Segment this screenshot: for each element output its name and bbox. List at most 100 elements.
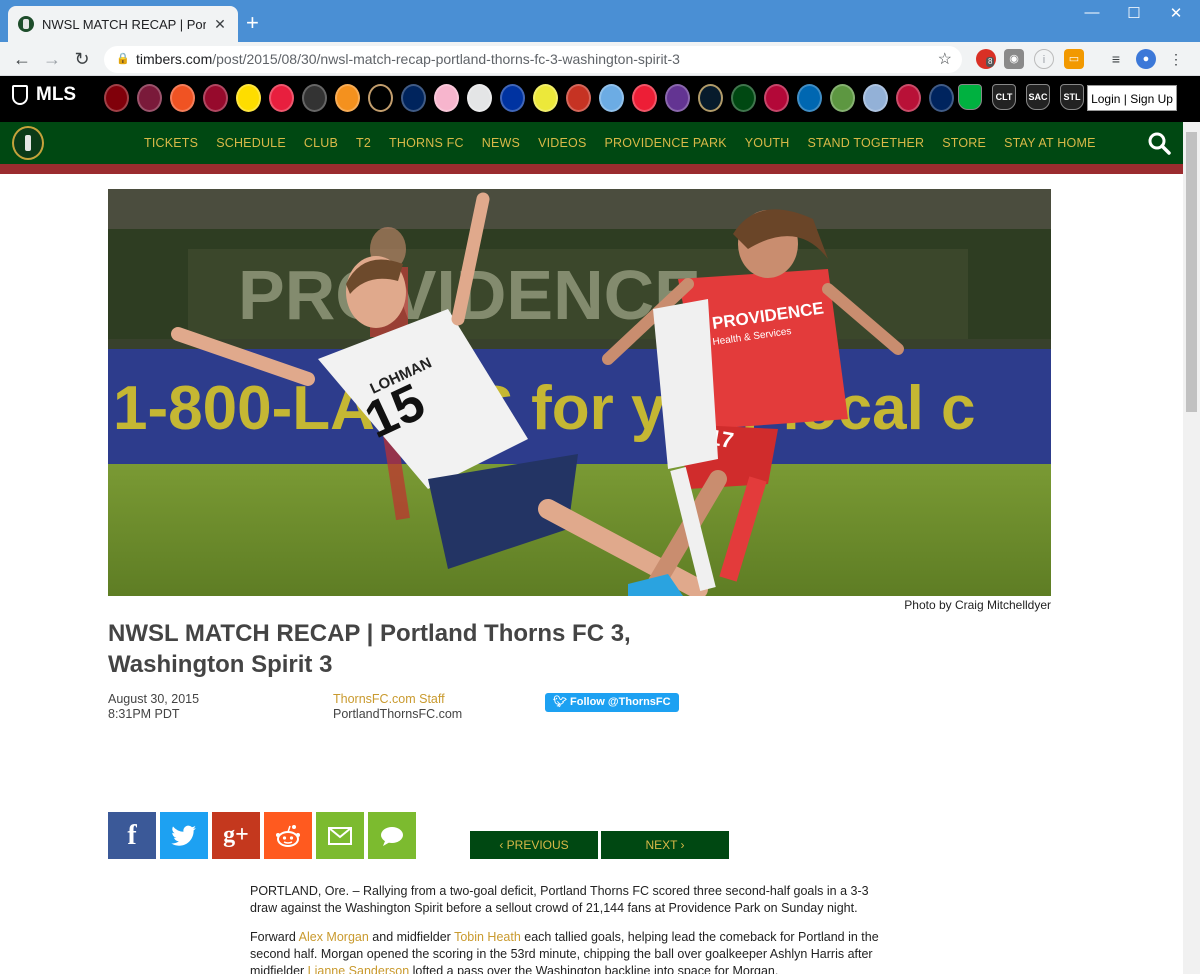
tobin-heath-link[interactable]: Tobin Heath xyxy=(454,930,521,944)
red-bulls-club-icon[interactable] xyxy=(632,84,657,112)
p2-text-b: and midfielder xyxy=(368,930,455,944)
page-scrollbar[interactable] xyxy=(1183,122,1200,974)
browser-tab[interactable]: NWSL MATCH RECAP | Portland T ✕ xyxy=(8,6,238,42)
mls-logo[interactable]: MLS xyxy=(12,84,76,106)
nav-news[interactable]: NEWS xyxy=(482,136,520,150)
nav-store[interactable]: STORE xyxy=(942,136,986,150)
url-path: /post/2015/08/30/nwsl-match-recap-portla… xyxy=(212,51,680,67)
nav-schedule[interactable]: SCHEDULE xyxy=(216,136,286,150)
minnesota-club-icon[interactable] xyxy=(467,84,492,112)
author-link[interactable]: ThornsFC.com Staff xyxy=(333,692,462,707)
info-extension-icon[interactable]: i xyxy=(1034,49,1054,69)
toronto-club-icon[interactable] xyxy=(896,84,921,112)
login-signup-button[interactable]: Login | Sign Up xyxy=(1087,85,1177,111)
seattle-club-icon[interactable] xyxy=(830,84,855,112)
site-nav: TICKETS SCHEDULE CLUB T2 THORNS FC NEWS … xyxy=(0,122,1183,174)
nav-stand-together[interactable]: STAND TOGETHER xyxy=(808,136,925,150)
portland-club-icon[interactable] xyxy=(731,84,756,112)
facebook-icon: f xyxy=(127,819,137,851)
dc-united-club-icon[interactable] xyxy=(302,84,327,112)
chicago-club-icon[interactable] xyxy=(137,84,162,112)
address-bar[interactable]: 🔒 timbers.com/post/2015/08/30/nwsl-match… xyxy=(104,46,962,73)
article-pager: ‹ PREVIOUS NEXT › xyxy=(470,831,729,859)
maximize-icon[interactable]: ☐ xyxy=(1114,4,1154,26)
article-time: 8:31PM PDT xyxy=(108,707,180,721)
mls-club-bar: MLS CLT SAC STL Login | Sign Up xyxy=(0,76,1200,122)
nav-videos[interactable]: VIDEOS xyxy=(538,136,586,150)
nashville-club-icon[interactable] xyxy=(533,84,558,112)
reload-icon[interactable]: ↻ xyxy=(70,47,94,71)
article-date: August 30, 2015 xyxy=(108,692,200,706)
extension-red-icon[interactable]: 8 xyxy=(976,49,996,69)
nav-tickets[interactable]: TICKETS xyxy=(144,136,198,150)
next-button[interactable]: NEXT › xyxy=(601,831,729,859)
atlanta-club-icon[interactable] xyxy=(104,84,129,112)
real-salt-lake-club-icon[interactable] xyxy=(764,84,789,112)
minimize-icon[interactable]: — xyxy=(1072,4,1112,26)
timbers-crest-icon[interactable] xyxy=(12,126,44,160)
la-galaxy-club-icon[interactable] xyxy=(401,84,426,112)
club-label-clt[interactable]: CLT xyxy=(992,84,1016,110)
forward-arrow-icon[interactable]: → xyxy=(40,47,64,71)
club-label-stl[interactable]: STL xyxy=(1060,84,1084,110)
new-tab-icon[interactable]: + xyxy=(246,12,259,34)
nav-club[interactable]: CLUB xyxy=(304,136,338,150)
san-jose-club-icon[interactable] xyxy=(797,84,822,112)
columbus-club-icon[interactable] xyxy=(236,84,261,112)
montreal-club-icon[interactable] xyxy=(500,84,525,112)
back-arrow-icon[interactable]: ← xyxy=(10,47,34,71)
article-source: PortlandThornsFC.com xyxy=(333,707,463,721)
menu-kebab-icon[interactable]: ⋮ xyxy=(1166,49,1186,69)
camera-extension-icon[interactable]: ◉ xyxy=(1004,49,1024,69)
comment-share-button[interactable] xyxy=(368,812,416,859)
nav-thorns-fc[interactable]: THORNS FC xyxy=(389,136,464,150)
profile-avatar-icon[interactable]: ● xyxy=(1136,49,1156,69)
article-body: PORTLAND, Ore. – Rallying from a two-goa… xyxy=(250,883,895,974)
email-icon xyxy=(328,826,352,845)
cincinnati-club-icon[interactable] xyxy=(170,84,195,112)
lianne-sanderson-link[interactable]: Lianne Sanderson xyxy=(308,964,409,974)
nav-t2[interactable]: T2 xyxy=(356,136,371,150)
twitter-share-button[interactable] xyxy=(160,812,208,859)
google-plus-share-button[interactable]: g+ xyxy=(212,812,260,859)
article-datetime: August 30, 2015 8:31PM PDT xyxy=(108,692,199,722)
miami-club-icon[interactable] xyxy=(434,84,459,112)
previous-button[interactable]: ‹ PREVIOUS xyxy=(470,831,598,859)
twitter-follow-button[interactable]: 🐦︎ Follow @ThornsFC xyxy=(545,693,679,712)
colorado-club-icon[interactable] xyxy=(203,84,228,112)
nav-providence-park[interactable]: PROVIDENCE PARK xyxy=(605,136,727,150)
hero-photo: PROVIDENCE 1-800-LA ESS for your local c… xyxy=(108,189,1051,596)
philadelphia-club-icon[interactable] xyxy=(698,84,723,112)
alex-morgan-link[interactable]: Alex Morgan xyxy=(299,930,369,944)
p2-text-a: Forward xyxy=(250,930,299,944)
media-control-icon[interactable]: ≡ xyxy=(1106,49,1126,69)
houston-club-icon[interactable] xyxy=(335,84,360,112)
orlando-club-icon[interactable] xyxy=(665,84,690,112)
google-plus-icon: g+ xyxy=(223,822,249,848)
reddit-share-button[interactable] xyxy=(264,812,312,859)
nycfc-club-icon[interactable] xyxy=(599,84,624,112)
lock-icon: 🔒 xyxy=(116,53,130,65)
vancouver-club-icon[interactable] xyxy=(929,84,954,112)
bookmark-star-icon[interactable]: ☆ xyxy=(938,46,952,73)
dallas-club-icon[interactable] xyxy=(269,84,294,112)
email-share-button[interactable] xyxy=(316,812,364,859)
twitter-bird-icon: 🐦︎ xyxy=(553,696,571,708)
expansion-club-list: CLT SAC STL xyxy=(958,84,1084,110)
scrollbar-thumb[interactable] xyxy=(1186,132,1197,412)
nav-stay-at-home[interactable]: STAY AT HOME xyxy=(1004,136,1096,150)
share-buttons: f g+ xyxy=(108,812,416,859)
nav-youth[interactable]: YOUTH xyxy=(745,136,790,150)
close-window-icon[interactable]: ✕ xyxy=(1156,4,1196,26)
close-tab-icon[interactable]: ✕ xyxy=(212,16,228,33)
austin-club-icon[interactable] xyxy=(958,84,982,110)
lafc-club-icon[interactable] xyxy=(368,84,393,112)
club-logo-list xyxy=(104,84,954,112)
new-england-club-icon[interactable] xyxy=(566,84,591,112)
sporting-kc-club-icon[interactable] xyxy=(863,84,888,112)
slides-extension-icon[interactable]: ▭ xyxy=(1064,49,1084,69)
facebook-share-button[interactable]: f xyxy=(108,812,156,859)
follow-label: Follow @ThornsFC xyxy=(570,696,671,708)
club-label-sac[interactable]: SAC xyxy=(1026,84,1050,110)
search-icon[interactable] xyxy=(1147,131,1171,155)
